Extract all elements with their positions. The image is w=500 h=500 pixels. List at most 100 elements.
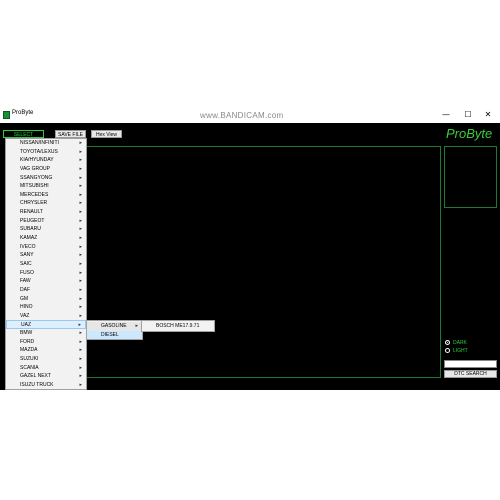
menu-item[interactable]: KIA/HYUNDAY ▸ xyxy=(6,156,86,165)
menu-item-label: FORD xyxy=(20,338,35,345)
menu-item[interactable]: NISSAN/INFINITI ▸ xyxy=(6,139,86,148)
menu-item-label: SUZUKI xyxy=(20,356,39,363)
submenu-arrow-icon: ▸ xyxy=(135,323,138,329)
menu-item[interactable]: BMW ▸ xyxy=(6,329,86,338)
menu-item[interactable]: SCANIA ▸ xyxy=(6,364,86,373)
menu-item[interactable]: GAZEL NEXT ▸ xyxy=(6,372,86,381)
main-panel xyxy=(86,146,441,378)
menu-item[interactable]: HINO ▸ xyxy=(6,303,86,312)
submenu-arrow-icon: ▸ xyxy=(79,347,82,354)
menu-item[interactable]: TOYOTA/LEXUS ▸ xyxy=(6,148,86,157)
menu-item[interactable]: KAMAZ ▸ xyxy=(6,234,86,243)
menu-item[interactable]: VAG GROUP ▸ xyxy=(6,165,86,174)
menu-item[interactable]: GASOLINE ▸ xyxy=(87,322,142,331)
submenu-arrow-icon: ▸ xyxy=(79,217,82,224)
menu-item[interactable]: SANY ▸ xyxy=(6,251,86,260)
menu-item[interactable]: BOSCH ME17.9.71 xyxy=(142,322,214,331)
menu-item[interactable]: UAZ ▸ xyxy=(6,320,86,330)
submenu-arrow-icon: ▸ xyxy=(79,286,82,293)
menu-item[interactable]: DIESEL xyxy=(87,330,142,340)
save-file-button[interactable]: SAVE FILE xyxy=(55,130,86,138)
menu-item-label: IVECO xyxy=(20,243,36,250)
menu-item-label: VAG GROUP xyxy=(20,165,50,172)
submenu-arrow-icon: ▸ xyxy=(79,330,82,337)
menu-item-label: SSANGYONG xyxy=(20,174,53,181)
menu-item-label: DAF xyxy=(20,286,30,293)
dtc-search-button[interactable]: DTC SEARCH xyxy=(444,370,497,378)
menu-item[interactable]: FUSO ▸ xyxy=(6,269,86,278)
menu-item[interactable]: MITSUBISHI ▸ xyxy=(6,182,86,191)
menu-item[interactable]: MAZDA ▸ xyxy=(6,346,86,355)
menu-item[interactable]: VAZ ▸ xyxy=(6,312,86,321)
menu-item-label: DIESEL xyxy=(101,331,119,338)
bandicam-watermark: www.BANDICAM.com xyxy=(200,111,284,120)
menu-item[interactable]: RENAULT ▸ xyxy=(6,208,86,217)
hex-view-button[interactable]: Hex View xyxy=(91,130,122,138)
module-menu: NISSAN/INFINITI ▸ TOYOTA/LEXUS ▸ KIA/HYUNDAY… xyxy=(5,138,87,390)
menu-item[interactable]: SAIC ▸ xyxy=(6,260,86,269)
maximize-button[interactable]: ☐ xyxy=(458,109,478,121)
menu-item[interactable]: DAF ▸ xyxy=(6,286,86,295)
submenu-arrow-icon: ▸ xyxy=(79,312,82,319)
submenu-arrow-icon: ▸ xyxy=(79,148,82,155)
theme-dark-label: DARK xyxy=(453,340,467,346)
menu-item-label: NISSAN/INFINITI xyxy=(20,140,59,146)
submenu-arrow-icon: ▸ xyxy=(79,191,82,198)
submenu-arrow-icon: ▸ xyxy=(79,157,82,164)
menu-item-label: FAW xyxy=(20,278,31,285)
menu-item[interactable]: SSANGYONG ▸ xyxy=(6,174,86,183)
submenu-arrow-icon: ▸ xyxy=(79,364,82,371)
menu-item-label: RENAULT xyxy=(20,209,43,216)
menu-item-label: VAZ xyxy=(20,312,30,319)
menu-item-label: PEUGEOT xyxy=(20,217,45,224)
menu-item-label: MITSUBISHI xyxy=(20,183,49,190)
menu-item[interactable]: CHRYSLER ▸ xyxy=(6,199,86,208)
menu-item[interactable]: PEUGEOT ▸ xyxy=(6,217,86,226)
menu-item[interactable]: FORD ▸ xyxy=(6,338,86,347)
minimize-button[interactable]: — xyxy=(436,109,456,121)
menu-item[interactable]: FAW ▸ xyxy=(6,277,86,286)
radio-unchecked-icon[interactable] xyxy=(445,348,450,354)
menu-item-label: HINO xyxy=(20,304,33,311)
dtc-search-input[interactable] xyxy=(444,360,497,368)
ecu-menu: BOSCH ME17.9.71 xyxy=(141,320,215,332)
menu-item-label: KAMAZ xyxy=(20,235,38,242)
submenu-arrow-icon: ▸ xyxy=(79,209,82,216)
radio-checked-icon[interactable] xyxy=(445,340,450,346)
menu-item-label: FUSO xyxy=(20,269,34,276)
menu-item[interactable]: ISUZU TRUCK ▸ xyxy=(6,381,86,390)
submenu-arrow-icon: ▸ xyxy=(79,140,82,146)
window-title: ProByte xyxy=(12,110,34,116)
submenu-arrow-icon: ▸ xyxy=(79,373,82,380)
submenu-arrow-icon: ▸ xyxy=(79,174,82,181)
menu-item-label: SCANIA xyxy=(20,364,39,371)
menu-item[interactable]: IVECO ▸ xyxy=(6,243,86,252)
menu-item[interactable]: MERCEDES ▸ xyxy=(6,191,86,200)
submenu-arrow-icon: ▸ xyxy=(79,338,82,345)
submenu-arrow-icon: ▸ xyxy=(79,304,82,311)
theme-light-option[interactable]: LIGHT xyxy=(445,348,468,355)
menu-item[interactable]: GM ▸ xyxy=(6,295,86,304)
submenu-arrow-icon: ▸ xyxy=(79,269,82,276)
submenu-arrow-icon: ▸ xyxy=(79,260,82,267)
probyte-logo: ProByte xyxy=(446,126,493,141)
menu-item-label: SANY xyxy=(20,252,34,259)
menu-item-label: MERCEDES xyxy=(20,191,49,198)
screen: ProByte — ☐ ✕ www.BANDICAM.com SELECT MO… xyxy=(0,0,500,500)
menu-item-label: TOYOTA/LEXUS xyxy=(20,148,58,155)
fuel-type-menu: GASOLINE ▸ DIESEL xyxy=(86,320,143,341)
menu-item[interactable]: SUBARU ▸ xyxy=(6,225,86,234)
close-button[interactable]: ✕ xyxy=(478,109,498,121)
select-module-button[interactable]: SELECT MODULE xyxy=(3,130,44,146)
submenu-arrow-icon: ▸ xyxy=(79,200,82,207)
menu-item-label: SAIC xyxy=(20,260,32,267)
submenu-arrow-icon: ▸ xyxy=(79,235,82,242)
submenu-arrow-icon: ▸ xyxy=(79,356,82,363)
theme-dark-option[interactable]: DARK xyxy=(445,340,467,347)
menu-item-label: GASOLINE xyxy=(101,323,127,329)
submenu-arrow-icon: ▸ xyxy=(79,381,82,388)
menu-item[interactable]: SUZUKI ▸ xyxy=(6,355,86,364)
menu-item-label: GAZEL NEXT xyxy=(20,373,51,380)
menu-item-label: BOSCH ME17.9.71 xyxy=(156,323,200,329)
app-icon xyxy=(3,111,10,119)
